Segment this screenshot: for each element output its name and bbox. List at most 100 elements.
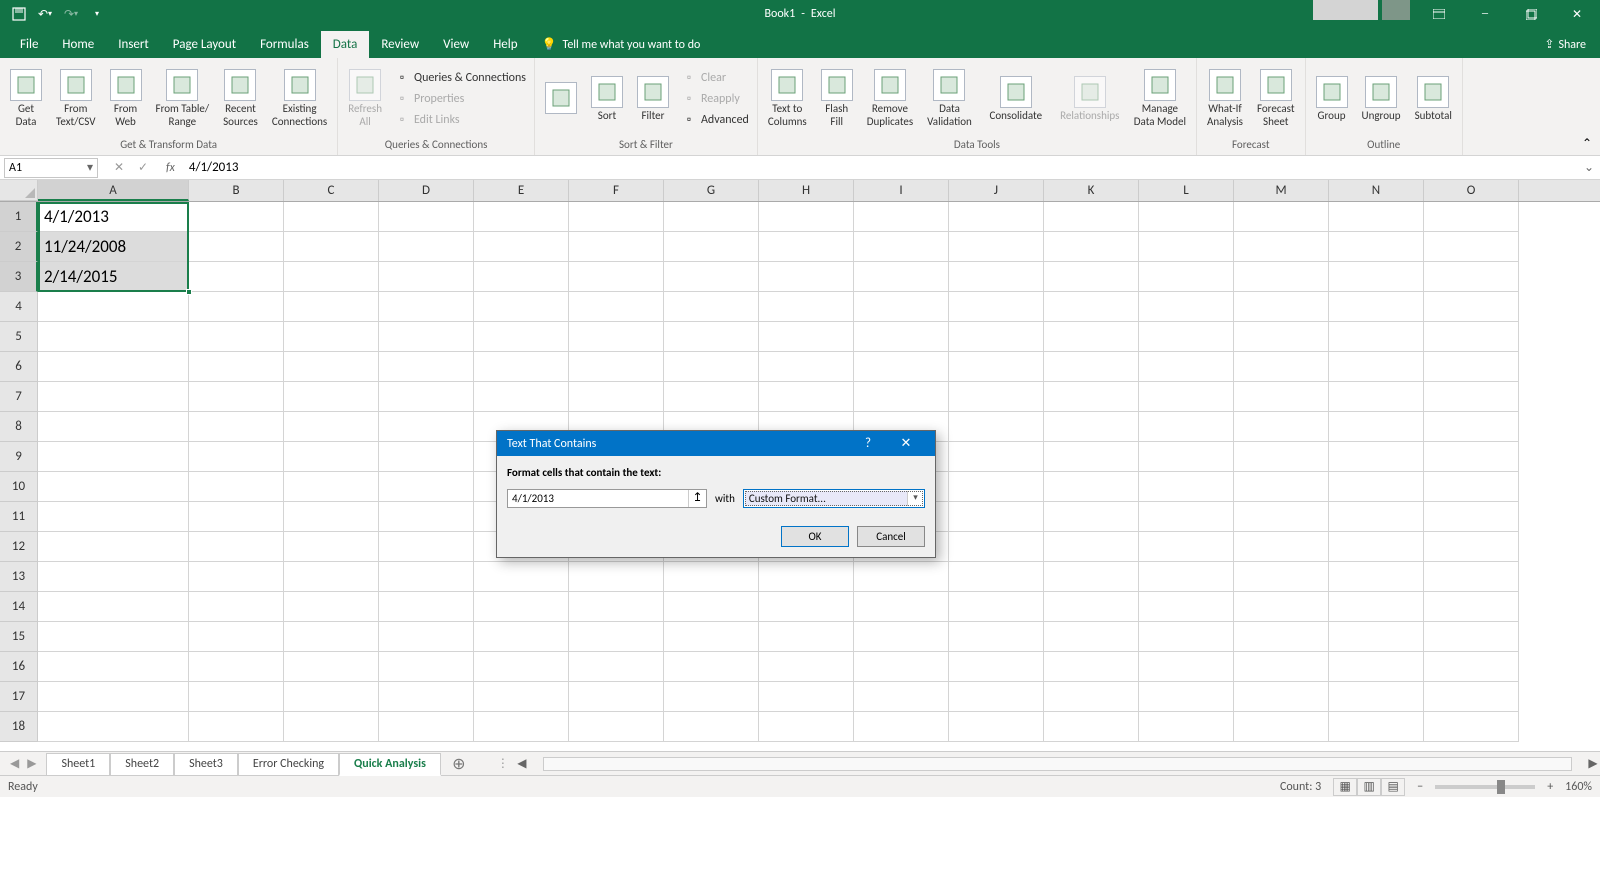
cell-I6[interactable] [854, 352, 949, 382]
cell-E18[interactable] [474, 712, 569, 742]
horizontal-scrollbar[interactable] [543, 757, 1572, 771]
tab-view[interactable]: View [431, 31, 481, 58]
row-header-3[interactable]: 3 [0, 262, 38, 292]
cell-N5[interactable] [1329, 322, 1424, 352]
cell-M11[interactable] [1234, 502, 1329, 532]
cell-H14[interactable] [759, 592, 854, 622]
cell-L15[interactable] [1139, 622, 1234, 652]
cell-B12[interactable] [189, 532, 284, 562]
cell-C18[interactable] [284, 712, 379, 742]
cell-A11[interactable] [38, 502, 189, 532]
cell-H4[interactable] [759, 292, 854, 322]
cell-A8[interactable] [38, 412, 189, 442]
user-name[interactable] [1313, 0, 1378, 20]
ribbon-consolidate[interactable]: Consolidate [980, 74, 1052, 125]
ribbon-recent-sources[interactable]: RecentSources [217, 67, 264, 130]
qat-customize-icon[interactable]: ▾ [86, 3, 108, 25]
cell-H6[interactable] [759, 352, 854, 382]
tab-formulas[interactable]: Formulas [248, 31, 321, 58]
tab-home[interactable]: Home [50, 31, 106, 58]
cell-J11[interactable] [949, 502, 1044, 532]
cell-H3[interactable] [759, 262, 854, 292]
cell-C13[interactable] [284, 562, 379, 592]
cell-N17[interactable] [1329, 682, 1424, 712]
row-header-18[interactable]: 18 [0, 712, 38, 742]
cell-K3[interactable] [1044, 262, 1139, 292]
cell-K14[interactable] [1044, 592, 1139, 622]
normal-view-icon[interactable]: ▦ [1333, 778, 1357, 796]
cell-G4[interactable] [664, 292, 759, 322]
cell-K16[interactable] [1044, 652, 1139, 682]
row-header-15[interactable]: 15 [0, 622, 38, 652]
cell-N10[interactable] [1329, 472, 1424, 502]
cell-O6[interactable] [1424, 352, 1519, 382]
cell-D12[interactable] [379, 532, 474, 562]
cell-M5[interactable] [1234, 322, 1329, 352]
cell-N18[interactable] [1329, 712, 1424, 742]
cell-N14[interactable] [1329, 592, 1424, 622]
cell-K18[interactable] [1044, 712, 1139, 742]
cell-F15[interactable] [569, 622, 664, 652]
cell-I2[interactable] [854, 232, 949, 262]
cell-C5[interactable] [284, 322, 379, 352]
cell-F14[interactable] [569, 592, 664, 622]
cell-F13[interactable] [569, 562, 664, 592]
cell-D10[interactable] [379, 472, 474, 502]
ok-button[interactable]: OK [781, 526, 849, 547]
ribbon-sort-az[interactable] [539, 80, 583, 118]
cell-I3[interactable] [854, 262, 949, 292]
ribbon-reapply[interactable]: ▫Reapply [677, 89, 753, 109]
tell-me[interactable]: 💡 Tell me what you want to do [530, 31, 713, 58]
cell-N2[interactable] [1329, 232, 1424, 262]
ribbon-subtotal[interactable]: Subtotal [1409, 74, 1458, 125]
cell-A10[interactable] [38, 472, 189, 502]
cell-I17[interactable] [854, 682, 949, 712]
cell-F18[interactable] [569, 712, 664, 742]
row-header-8[interactable]: 8 [0, 412, 38, 442]
row-header-17[interactable]: 17 [0, 682, 38, 712]
cell-J2[interactable] [949, 232, 1044, 262]
cell-J12[interactable] [949, 532, 1044, 562]
cell-K8[interactable] [1044, 412, 1139, 442]
cell-F4[interactable] [569, 292, 664, 322]
column-header-A[interactable]: A [38, 180, 189, 201]
cell-J1[interactable] [949, 202, 1044, 232]
column-header-F[interactable]: F [569, 180, 664, 201]
cell-O1[interactable] [1424, 202, 1519, 232]
cell-M3[interactable] [1234, 262, 1329, 292]
zoom-level[interactable]: 160% [1565, 780, 1592, 794]
cell-M7[interactable] [1234, 382, 1329, 412]
ribbon-edit-links[interactable]: ▫Edit Links [390, 110, 530, 130]
ribbon-from-table-range[interactable]: From Table/Range [150, 67, 216, 130]
cell-K7[interactable] [1044, 382, 1139, 412]
cell-M1[interactable] [1234, 202, 1329, 232]
cell-J16[interactable] [949, 652, 1044, 682]
cell-L13[interactable] [1139, 562, 1234, 592]
collapse-ribbon-icon[interactable]: ⌃ [1582, 136, 1592, 151]
cell-J3[interactable] [949, 262, 1044, 292]
cell-L4[interactable] [1139, 292, 1234, 322]
cell-C12[interactable] [284, 532, 379, 562]
cell-G17[interactable] [664, 682, 759, 712]
cell-J14[interactable] [949, 592, 1044, 622]
cell-B18[interactable] [189, 712, 284, 742]
cell-K17[interactable] [1044, 682, 1139, 712]
cell-K10[interactable] [1044, 472, 1139, 502]
ribbon-display-icon[interactable] [1416, 0, 1462, 28]
cell-C17[interactable] [284, 682, 379, 712]
cell-N12[interactable] [1329, 532, 1424, 562]
cell-E4[interactable] [474, 292, 569, 322]
cell-H1[interactable] [759, 202, 854, 232]
hscroll-left-icon[interactable]: ◀ [515, 756, 529, 771]
ribbon-relationships[interactable]: Relationships [1054, 74, 1126, 125]
cell-M9[interactable] [1234, 442, 1329, 472]
cell-A7[interactable] [38, 382, 189, 412]
column-header-I[interactable]: I [854, 180, 949, 201]
row-header-11[interactable]: 11 [0, 502, 38, 532]
cell-D2[interactable] [379, 232, 474, 262]
ribbon-advanced[interactable]: ▫Advanced [677, 110, 753, 130]
cell-G5[interactable] [664, 322, 759, 352]
row-header-12[interactable]: 12 [0, 532, 38, 562]
ribbon-existing-connections[interactable]: ExistingConnections [266, 67, 333, 130]
page-layout-view-icon[interactable]: ▥ [1357, 778, 1381, 796]
